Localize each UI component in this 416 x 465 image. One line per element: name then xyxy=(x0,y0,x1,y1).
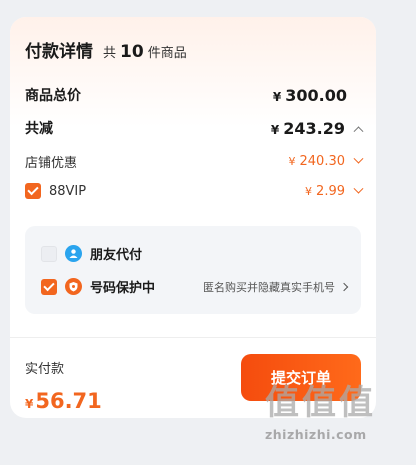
total-discount-value: 243.29 xyxy=(283,118,345,138)
number-protection-checkbox[interactable] xyxy=(41,278,57,295)
currency-symbol: ¥ xyxy=(272,89,282,104)
payment-options-panel: 朋友代付 号码保护中 匿名购买并隐藏真实手机号 xyxy=(25,226,361,314)
currency-symbol: ¥ xyxy=(25,397,34,411)
pay-amount: ¥56.71 xyxy=(25,389,102,413)
subtotal-amount: ¥300.00 xyxy=(273,86,347,105)
watermark-char: 值 xyxy=(339,383,373,423)
site-watermark: 值 值 值 zhizhizhi.com xyxy=(265,383,410,458)
subtotal-label: 商品总价 xyxy=(25,88,81,104)
number-protection-option[interactable]: 号码保护中 匿名购买并隐藏真实手机号 xyxy=(41,277,349,296)
friend-pay-label: 朋友代付 xyxy=(90,248,143,263)
chevron-right-icon xyxy=(339,282,349,291)
store-discount-value: 240.30 xyxy=(299,154,346,169)
phone-shield-icon xyxy=(65,278,82,295)
total-discount-amount: ¥243.29 xyxy=(270,118,364,138)
vip-discount-value: 2.99 xyxy=(316,183,345,199)
watermark-char: 值 xyxy=(302,383,336,423)
number-protection-label: 号码保护中 xyxy=(90,281,156,296)
header-gradient xyxy=(10,17,376,127)
subtotal-row: 商品总价 ¥300.00 xyxy=(25,85,362,105)
vip-checkbox[interactable] xyxy=(25,183,41,199)
person-icon xyxy=(65,245,82,262)
store-discount-label: 店铺优惠 xyxy=(25,156,78,171)
total-discount-row[interactable]: 共减 ¥243.29 xyxy=(25,118,364,138)
number-protection-detail-text: 匿名购买并隐藏真实手机号 xyxy=(203,280,335,294)
vip-label: 88VIP xyxy=(49,183,87,199)
watermark-logo: 值 值 值 xyxy=(265,383,410,423)
pay-label: 实付款 xyxy=(25,362,65,377)
item-count-prefix: 共 xyxy=(103,46,117,61)
currency-symbol: ¥ xyxy=(270,122,280,137)
chevron-down-icon[interactable] xyxy=(353,183,364,194)
chevron-up-icon[interactable] xyxy=(353,125,364,136)
store-discount-row[interactable]: 店铺优惠 ¥240.30 xyxy=(25,152,364,171)
watermark-text: zhizhizhi.com xyxy=(265,427,367,442)
vip-discount-amount: ¥2.99 xyxy=(305,183,364,199)
friend-pay-checkbox[interactable] xyxy=(41,245,57,262)
chevron-down-icon[interactable] xyxy=(353,153,364,164)
item-count-suffix: 件商品 xyxy=(147,46,187,61)
divider xyxy=(10,337,376,338)
currency-symbol: ¥ xyxy=(288,155,296,168)
total-discount-label: 共减 xyxy=(25,121,53,137)
subtotal-value: 300.00 xyxy=(285,85,347,105)
item-count: 10 xyxy=(120,42,144,62)
vip-discount-row[interactable]: 88VIP ¥2.99 xyxy=(25,183,364,199)
number-protection-detail[interactable]: 匿名购买并隐藏真实手机号 xyxy=(203,279,349,295)
store-discount-amount: ¥240.30 xyxy=(288,153,364,169)
page-title: 付款详情 xyxy=(25,42,93,62)
payment-header: 付款详情 共 10 件商品 xyxy=(25,37,187,62)
pay-value: 56.71 xyxy=(35,389,102,413)
watermark-char: 值 xyxy=(265,383,299,423)
friend-pay-option[interactable]: 朋友代付 xyxy=(41,244,347,263)
payment-details-card: 付款详情 共 10 件商品 商品总价 ¥300.00 共减 ¥243.29 店铺… xyxy=(10,17,376,418)
currency-symbol: ¥ xyxy=(305,184,313,198)
